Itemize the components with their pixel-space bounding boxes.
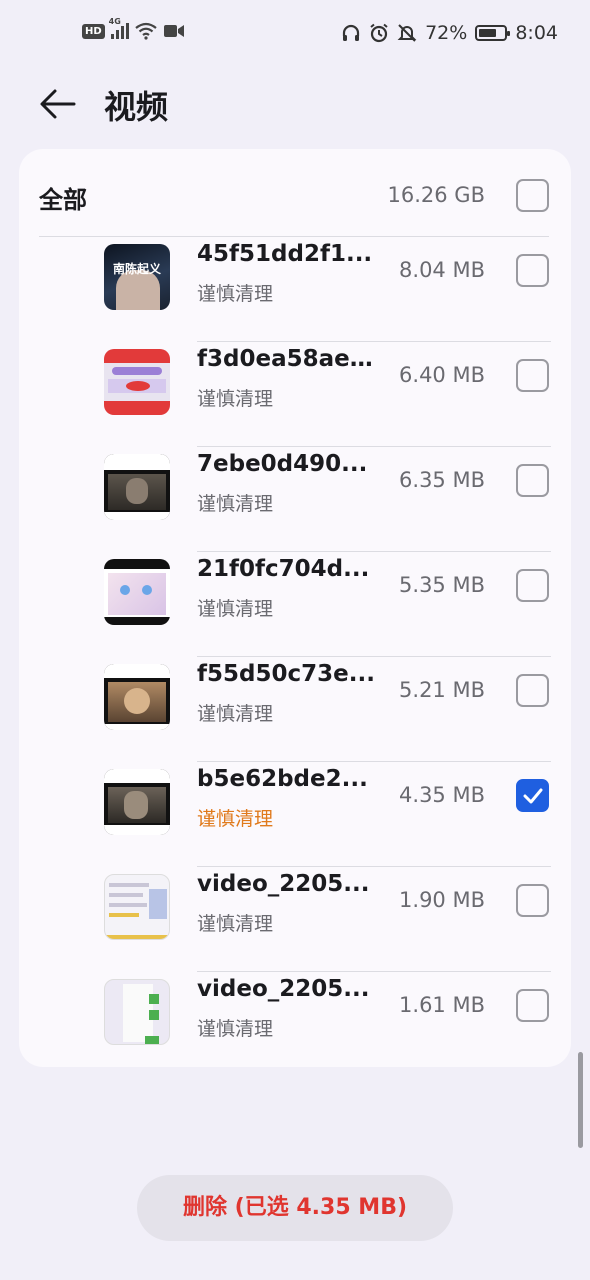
item-tag: 谨慎清理 [197, 913, 274, 935]
item-checkbox[interactable] [516, 779, 549, 812]
alarm-icon [370, 23, 388, 43]
arrow-left-icon[interactable] [38, 84, 78, 124]
item-name: 7ebe0d490... [197, 451, 368, 477]
item-size: 8.04 MB [399, 258, 485, 282]
item-checkbox[interactable] [516, 674, 549, 707]
scrollbar[interactable] [578, 1052, 583, 1148]
video-thumbnail [104, 874, 170, 940]
wifi-icon [134, 22, 157, 40]
video-thumbnail [104, 454, 170, 520]
item-tag: 谨慎清理 [197, 598, 274, 620]
list-item[interactable]: 南陈起义 45f51dd2f1... 谨慎清理 8.04 MB [19, 237, 571, 342]
select-all-row[interactable]: 全部 16.26 GB [19, 149, 571, 237]
video-thumbnail [104, 349, 170, 415]
item-checkbox[interactable] [516, 464, 549, 497]
list-item[interactable]: 21f0fc704d... 谨慎清理 5.35 MB [19, 552, 571, 657]
clock: 8:04 [515, 22, 558, 44]
status-right: 72% 8:04 [341, 22, 558, 44]
checkmark-icon [523, 788, 543, 804]
item-name: b5e62bde2... [197, 766, 368, 792]
item-tag: 谨慎清理 [197, 493, 274, 515]
item-size: 5.21 MB [399, 678, 485, 702]
signal-icon: 4G [109, 17, 129, 39]
item-checkbox[interactable] [516, 359, 549, 392]
item-size: 1.61 MB [399, 993, 485, 1017]
hd-icon: HD [82, 23, 105, 39]
page-title: 视频 [104, 88, 169, 126]
item-name: f3d0ea58ae... [197, 346, 375, 372]
item-checkbox[interactable] [516, 254, 549, 287]
list-item[interactable]: f55d50c73e... 谨慎清理 5.21 MB [19, 657, 571, 762]
video-thumbnail [104, 769, 170, 835]
video-thumbnail: 南陈起义 [104, 244, 170, 310]
item-checkbox[interactable] [516, 989, 549, 1022]
item-name: 21f0fc704d... [197, 556, 370, 582]
list-item[interactable]: b5e62bde2... 谨慎清理 4.35 MB [19, 762, 571, 867]
list-item[interactable]: f3d0ea58ae... 谨慎清理 6.40 MB [19, 342, 571, 447]
status-bar: HD 4G 72% 8:04 [0, 0, 590, 70]
list-item[interactable]: 7ebe0d490... 谨慎清理 6.35 MB [19, 447, 571, 552]
video-thumbnail [104, 664, 170, 730]
battery-icon [475, 25, 511, 41]
item-size: 6.35 MB [399, 468, 485, 492]
select-all-checkbox[interactable] [516, 179, 549, 212]
item-tag: 谨慎清理 [197, 1018, 274, 1040]
item-size: 1.90 MB [399, 888, 485, 912]
item-name: f55d50c73e... [197, 661, 375, 687]
item-tag: 谨慎清理 [197, 283, 274, 305]
item-name: 45f51dd2f1... [197, 241, 373, 267]
item-checkbox[interactable] [516, 884, 549, 917]
video-list-card: 全部 16.26 GB 南陈起义 45f51dd2f1... 谨慎清理 8.04… [19, 149, 571, 1067]
item-size: 4.35 MB [399, 783, 485, 807]
bell-off-icon [397, 24, 417, 42]
total-size: 16.26 GB [387, 183, 485, 207]
thumbnail-caption: 南陈起义 [112, 262, 161, 276]
item-tag: 谨慎清理 [197, 388, 274, 410]
status-left: HD 4G [82, 17, 185, 40]
headphones-icon [342, 24, 360, 41]
item-name: video_2205... [197, 976, 370, 1002]
delete-button[interactable]: 删除 (已选 4.35 MB) [137, 1175, 453, 1241]
item-size: 5.35 MB [399, 573, 485, 597]
list-item[interactable]: video_2205... 谨慎清理 1.90 MB [19, 867, 571, 972]
network-type: 4G [108, 17, 121, 26]
select-all-label: 全部 [39, 186, 87, 214]
item-name: video_2205... [197, 871, 370, 897]
item-tag: 谨慎清理 [197, 808, 274, 830]
list-item[interactable]: video_2205... 谨慎清理 1.61 MB [19, 972, 571, 1077]
item-size: 6.40 MB [399, 363, 485, 387]
item-checkbox[interactable] [516, 569, 549, 602]
video-camera-icon [163, 25, 184, 37]
item-tag: 谨慎清理 [197, 703, 274, 725]
battery-percent: 72% [425, 22, 468, 44]
video-thumbnail [104, 559, 170, 625]
video-thumbnail [104, 979, 170, 1045]
